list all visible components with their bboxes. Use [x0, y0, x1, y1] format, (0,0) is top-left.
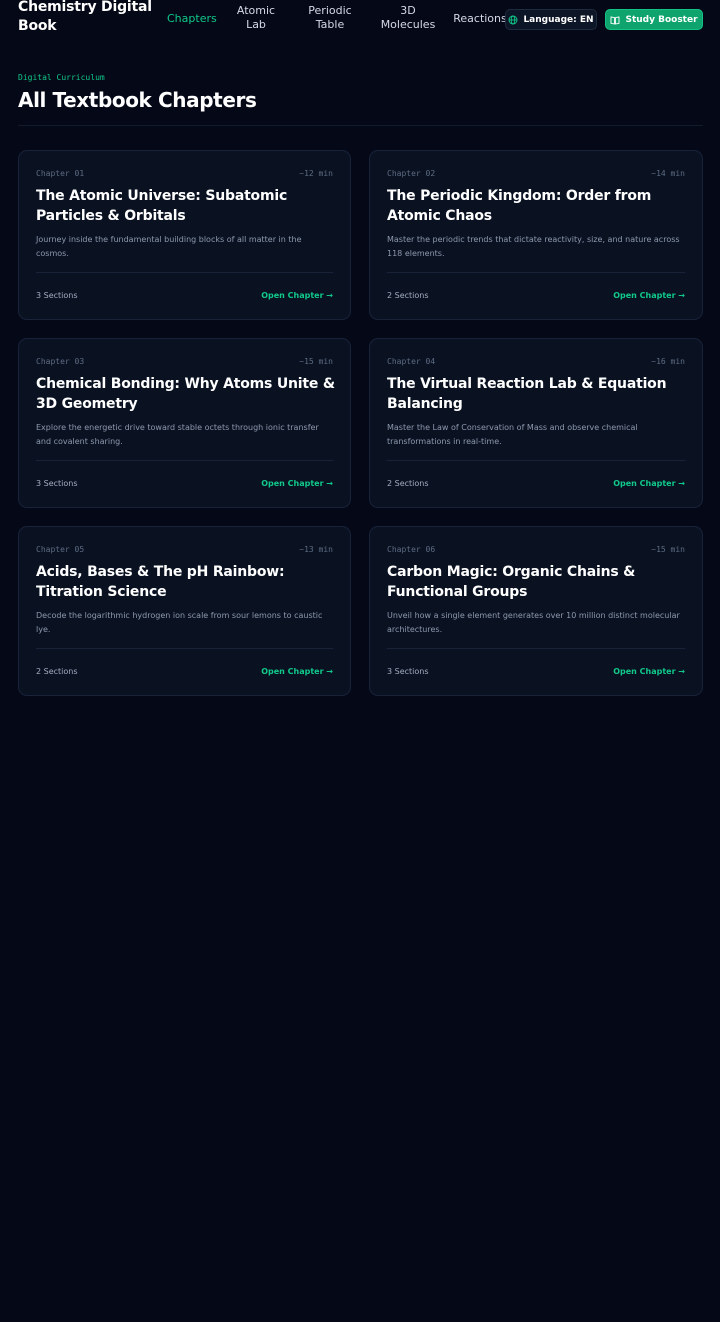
chapter-meta: Chapter 06 ~15 min — [387, 545, 685, 554]
chapter-card-01[interactable]: Chapter 01 ~12 min The Atomic Universe: … — [18, 150, 351, 320]
chapter-footer: 3 Sections Open Chapter → — [36, 291, 333, 300]
chapter-description: Decode the logarithmic hydrogen ion scal… — [36, 611, 323, 634]
chapter-section-count: 2 Sections — [387, 291, 429, 300]
chapter-card-04[interactable]: Chapter 04 ~16 min The Virtual Reaction … — [369, 338, 703, 508]
open-chapter-link[interactable]: Open Chapter → — [613, 291, 685, 300]
card-divider — [387, 460, 685, 461]
book-icon — [610, 15, 620, 25]
card-divider — [387, 648, 685, 649]
nav-chapters[interactable]: Chapters — [167, 12, 217, 26]
chapter-description: Journey inside the fundamental building … — [36, 235, 302, 258]
open-chapter-link[interactable]: Open Chapter → — [613, 479, 685, 488]
chapter-number: Chapter 06 — [387, 545, 436, 554]
card-divider — [36, 460, 333, 461]
chapter-meta: Chapter 03 ~15 min — [36, 357, 333, 366]
chapter-duration: ~16 min — [651, 357, 685, 366]
chapter-duration: ~14 min — [651, 169, 685, 178]
chapter-title: The Atomic Universe: Subatomic Particles… — [36, 188, 288, 224]
chapter-duration: ~15 min — [651, 545, 685, 554]
open-chapter-link[interactable]: Open Chapter → — [261, 291, 333, 300]
study-booster-button[interactable]: Study Booster — [605, 9, 703, 30]
chapter-description: Master the Law of Conservation of Mass a… — [387, 423, 638, 446]
nav-atomic-lab[interactable]: Atomic Lab — [232, 4, 280, 32]
chapter-footer: 2 Sections Open Chapter → — [387, 291, 685, 300]
chapter-card-02[interactable]: Chapter 02 ~14 min The Periodic Kingdom:… — [369, 150, 703, 320]
open-chapter-link[interactable]: Open Chapter → — [613, 667, 685, 676]
chapter-footer: 3 Sections Open Chapter → — [387, 667, 685, 676]
chapter-card-05[interactable]: Chapter 05 ~13 min Acids, Bases & The pH… — [18, 526, 351, 696]
chapter-number: Chapter 01 — [36, 169, 85, 178]
chapter-card-06[interactable]: Chapter 06 ~15 min Carbon Magic: Organic… — [369, 526, 703, 696]
chapter-card-03[interactable]: Chapter 03 ~15 min Chemical Bonding: Why… — [18, 338, 351, 508]
chapter-section-count: 3 Sections — [387, 667, 429, 676]
study-booster-label: Study Booster — [625, 14, 698, 25]
chapter-duration: ~12 min — [299, 169, 333, 178]
card-divider — [36, 648, 333, 649]
chapter-description: Unveil how a single element generates ov… — [387, 611, 680, 634]
chapter-footer: 2 Sections Open Chapter → — [387, 479, 685, 488]
globe-icon — [508, 15, 518, 25]
chapter-grid: Chapter 01 ~12 min The Atomic Universe: … — [18, 150, 703, 696]
chapter-title: Carbon Magic: Organic Chains & Functiona… — [387, 564, 636, 600]
chapter-duration: ~13 min — [299, 545, 333, 554]
chapter-number: Chapter 04 — [387, 357, 436, 366]
header-divider — [18, 125, 703, 126]
chapter-section-count: 3 Sections — [36, 479, 78, 488]
chapter-title: Acids, Bases & The pH Rainbow: Titration… — [36, 564, 285, 600]
chapter-title: The Virtual Reaction Lab & Equation Bala… — [387, 376, 667, 412]
chapter-duration: ~15 min — [299, 357, 333, 366]
page-title: All Textbook Chapters — [18, 88, 257, 112]
chapter-footer: 3 Sections Open Chapter → — [36, 479, 333, 488]
chapter-section-count: 2 Sections — [36, 667, 78, 676]
nav-3d-molecules[interactable]: 3D Molecules — [378, 4, 438, 32]
chapter-meta: Chapter 01 ~12 min — [36, 169, 333, 178]
top-nav-bar: Chemistry Digital Book Chapters Atomic L… — [0, 0, 720, 40]
brand-logo-text[interactable]: Chemistry Digital Book — [18, 0, 158, 36]
nav-periodic-table[interactable]: Periodic Table — [300, 4, 360, 32]
chapter-section-count: 2 Sections — [387, 479, 429, 488]
chapter-number: Chapter 03 — [36, 357, 85, 366]
chapter-description: Explore the energetic drive toward stabl… — [36, 423, 319, 446]
chapter-section-count: 3 Sections — [36, 291, 78, 300]
nav-reactions[interactable]: Reactions — [452, 12, 508, 26]
open-chapter-link[interactable]: Open Chapter → — [261, 667, 333, 676]
language-label: Language: EN — [523, 14, 594, 25]
language-toggle-button[interactable]: Language: EN — [505, 9, 597, 30]
chapter-meta: Chapter 05 ~13 min — [36, 545, 333, 554]
chapter-footer: 2 Sections Open Chapter → — [36, 667, 333, 676]
chapter-title: The Periodic Kingdom: Order from Atomic … — [387, 188, 652, 224]
chapter-description: Master the periodic trends that dictate … — [387, 235, 680, 258]
chapter-number: Chapter 05 — [36, 545, 85, 554]
card-divider — [387, 272, 685, 273]
chapter-number: Chapter 02 — [387, 169, 436, 178]
chapter-meta: Chapter 04 ~16 min — [387, 357, 685, 366]
section-eyebrow: Digital Curriculum — [18, 73, 105, 82]
open-chapter-link[interactable]: Open Chapter → — [261, 479, 333, 488]
chapter-meta: Chapter 02 ~14 min — [387, 169, 685, 178]
chapter-title: Chemical Bonding: Why Atoms Unite & 3D G… — [36, 376, 335, 412]
card-divider — [36, 272, 333, 273]
